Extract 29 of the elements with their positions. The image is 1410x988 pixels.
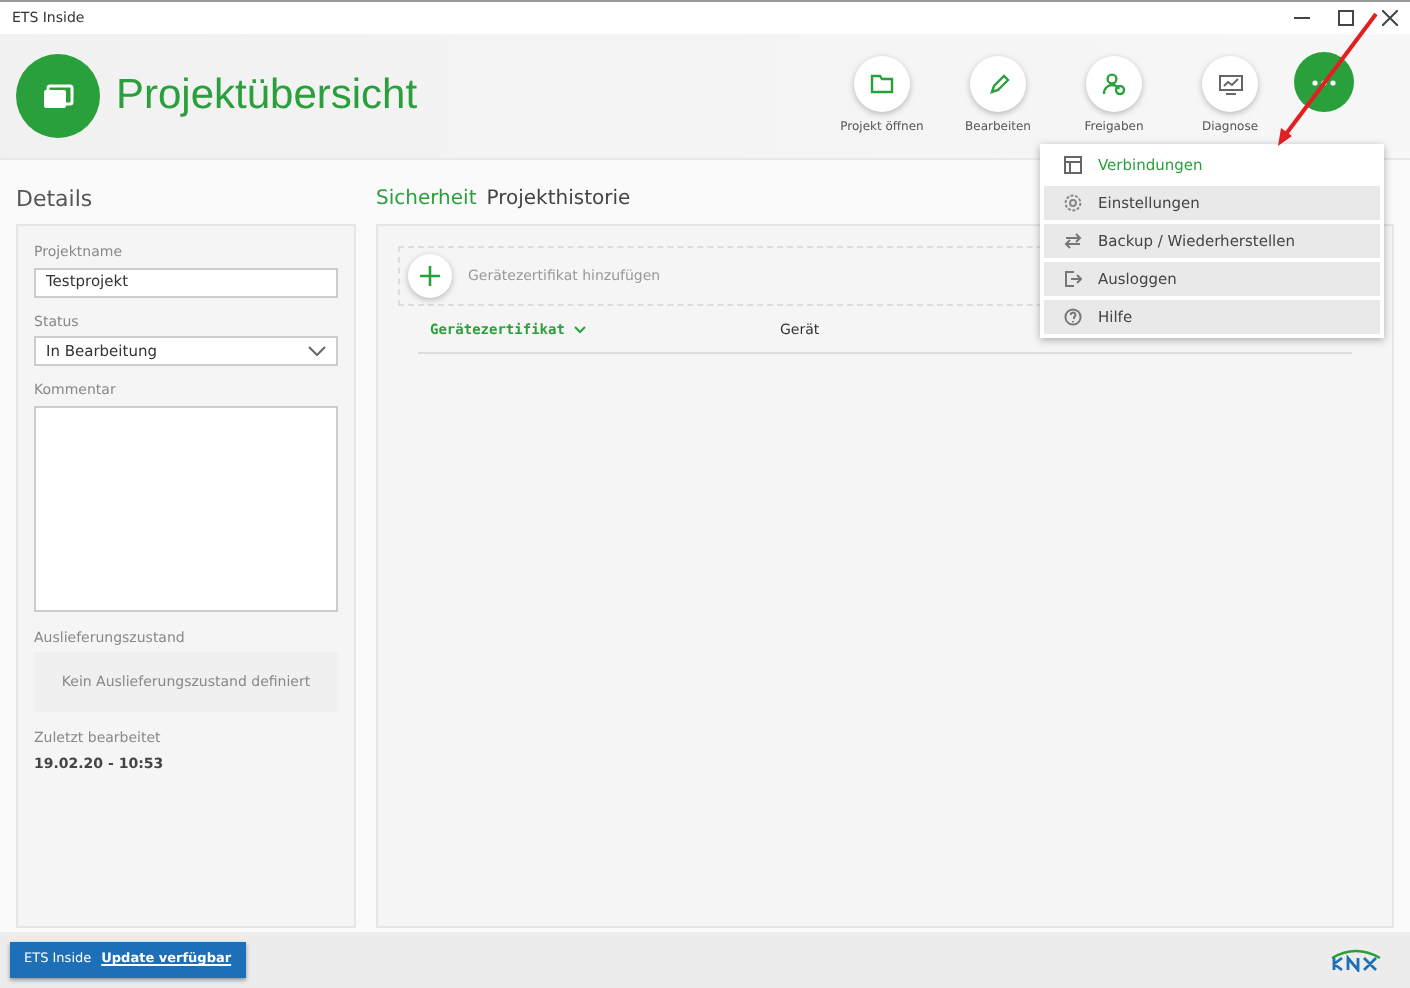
section-title: Details — [16, 184, 95, 216]
monitor-icon — [1217, 73, 1243, 95]
annotation-arrow — [1272, 12, 1380, 148]
folder-icon — [870, 74, 894, 94]
pencil-icon — [987, 73, 1009, 95]
toolbar-button[interactable] — [854, 56, 910, 112]
help-icon — [1064, 308, 1082, 326]
app-logo — [16, 54, 100, 138]
more-menu-button[interactable] — [1294, 52, 1354, 112]
window-icon — [1064, 156, 1082, 174]
sort-chevron-icon — [573, 326, 586, 335]
minimize-icon[interactable] — [1294, 16, 1310, 20]
people-icon — [1102, 72, 1126, 96]
maximize-icon[interactable] — [1338, 10, 1354, 26]
more-icon — [1312, 79, 1336, 85]
close-icon[interactable] — [1382, 10, 1398, 26]
page-title: Projektübersicht — [116, 70, 418, 123]
toolbar-button[interactable] — [1086, 56, 1142, 112]
chevron-icon — [308, 346, 326, 356]
comment-field[interactable] — [34, 405, 338, 611]
toolbar-button[interactable] — [970, 56, 1026, 112]
tab[interactable]: Projekthistorie — [486, 184, 631, 224]
plus-icon — [420, 266, 440, 286]
logout-icon — [1064, 270, 1082, 288]
add-button[interactable] — [408, 254, 452, 298]
arrows-icon — [1064, 232, 1082, 250]
knx-logo — [1328, 948, 1384, 972]
toolbar-button[interactable] — [1202, 56, 1258, 112]
settings-icon — [1064, 194, 1082, 212]
